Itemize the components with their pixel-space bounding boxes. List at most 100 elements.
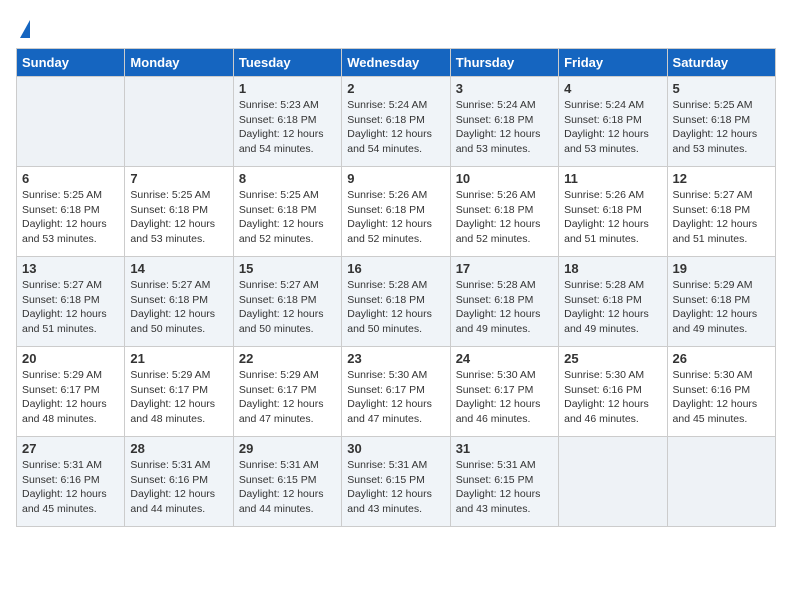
calendar-cell: 19 Sunrise: 5:29 AM Sunset: 6:18 PM Dayli…: [667, 257, 775, 347]
calendar-cell: 11Sunrise: 5:26 AM Sunset: 6:18 PM Dayli…: [559, 167, 667, 257]
day-info: Sunrise: 5:29 AM Sunset: 6:18 PM Dayligh…: [673, 278, 770, 337]
calendar-cell: 30 Sunrise: 5:31 AM Sunset: 6:15 PM Dayli…: [342, 437, 450, 527]
day-number: 13: [22, 261, 119, 276]
day-info: Sunrise: 5:29 AM Sunset: 6:17 PM Dayligh…: [239, 368, 336, 427]
day-number: 4: [564, 81, 661, 96]
calendar-cell: 12 Sunrise: 5:27 AM Sunset: 6:18 PM Dayli…: [667, 167, 775, 257]
calendar-week-row: 13 Sunrise: 5:27 AM Sunset: 6:18 PM Dayli…: [17, 257, 776, 347]
day-info: Sunrise: 5:31 AM Sunset: 6:16 PM Dayligh…: [22, 458, 119, 517]
day-number: 29: [239, 441, 336, 456]
calendar-week-row: 27 Sunrise: 5:31 AM Sunset: 6:16 PM Dayli…: [17, 437, 776, 527]
day-number: 1: [239, 81, 336, 96]
day-number: 31: [456, 441, 553, 456]
page-header: [16, 16, 776, 38]
day-number: 26: [673, 351, 770, 366]
day-number: 12: [673, 171, 770, 186]
day-number: 28: [130, 441, 227, 456]
day-number: 25: [564, 351, 661, 366]
calendar-cell: 23 Sunrise: 5:30 AM Sunset: 6:17 PM Dayli…: [342, 347, 450, 437]
calendar-cell: 3 Sunrise: 5:24 AM Sunset: 6:18 PM Daylig…: [450, 77, 558, 167]
day-info: Sunrise: 5:24 AM Sunset: 6:18 PM Dayligh…: [456, 98, 553, 157]
day-number: 17: [456, 261, 553, 276]
calendar-table: SundayMondayTuesdayWednesdayThursdayFrid…: [16, 48, 776, 527]
day-number: 6: [22, 171, 119, 186]
day-info: Sunrise: 5:28 AM Sunset: 6:18 PM Dayligh…: [564, 278, 661, 337]
calendar-cell: 1 Sunrise: 5:23 AM Sunset: 6:18 PM Daylig…: [233, 77, 341, 167]
calendar-week-row: 6 Sunrise: 5:25 AM Sunset: 6:18 PM Daylig…: [17, 167, 776, 257]
calendar-cell: 10 Sunrise: 5:26 AM Sunset: 6:18 PM Dayli…: [450, 167, 558, 257]
calendar-header-row: SundayMondayTuesdayWednesdayThursdayFrid…: [17, 49, 776, 77]
day-number: 3: [456, 81, 553, 96]
calendar-cell: 6 Sunrise: 5:25 AM Sunset: 6:18 PM Daylig…: [17, 167, 125, 257]
day-info: Sunrise: 5:27 AM Sunset: 6:18 PM Dayligh…: [673, 188, 770, 247]
calendar-cell: 24Sunrise: 5:30 AM Sunset: 6:17 PM Dayli…: [450, 347, 558, 437]
logo: [16, 16, 30, 38]
day-info: Sunrise: 5:30 AM Sunset: 6:17 PM Dayligh…: [347, 368, 444, 427]
day-info: Sunrise: 5:29 AM Sunset: 6:17 PM Dayligh…: [130, 368, 227, 427]
calendar-cell: 9 Sunrise: 5:26 AM Sunset: 6:18 PM Daylig…: [342, 167, 450, 257]
day-info: Sunrise: 5:31 AM Sunset: 6:15 PM Dayligh…: [239, 458, 336, 517]
calendar-cell: 15Sunrise: 5:27 AM Sunset: 6:18 PM Dayli…: [233, 257, 341, 347]
calendar-cell: [17, 77, 125, 167]
day-info: Sunrise: 5:27 AM Sunset: 6:18 PM Dayligh…: [239, 278, 336, 337]
calendar-cell: 7Sunrise: 5:25 AM Sunset: 6:18 PM Daylig…: [125, 167, 233, 257]
day-number: 23: [347, 351, 444, 366]
column-header-thursday: Thursday: [450, 49, 558, 77]
day-info: Sunrise: 5:31 AM Sunset: 6:15 PM Dayligh…: [347, 458, 444, 517]
day-number: 20: [22, 351, 119, 366]
calendar-week-row: 20 Sunrise: 5:29 AM Sunset: 6:17 PM Dayli…: [17, 347, 776, 437]
day-info: Sunrise: 5:26 AM Sunset: 6:18 PM Dayligh…: [347, 188, 444, 247]
column-header-friday: Friday: [559, 49, 667, 77]
day-info: Sunrise: 5:29 AM Sunset: 6:17 PM Dayligh…: [22, 368, 119, 427]
day-number: 16: [347, 261, 444, 276]
day-number: 9: [347, 171, 444, 186]
calendar-cell: 16 Sunrise: 5:28 AM Sunset: 6:18 PM Dayli…: [342, 257, 450, 347]
calendar-cell: 26 Sunrise: 5:30 AM Sunset: 6:16 PM Dayli…: [667, 347, 775, 437]
day-info: Sunrise: 5:24 AM Sunset: 6:18 PM Dayligh…: [564, 98, 661, 157]
calendar-cell: 8Sunrise: 5:25 AM Sunset: 6:18 PM Daylig…: [233, 167, 341, 257]
column-header-monday: Monday: [125, 49, 233, 77]
day-number: 18: [564, 261, 661, 276]
day-number: 27: [22, 441, 119, 456]
day-number: 10: [456, 171, 553, 186]
calendar-cell: 13 Sunrise: 5:27 AM Sunset: 6:18 PM Dayli…: [17, 257, 125, 347]
day-number: 2: [347, 81, 444, 96]
day-info: Sunrise: 5:25 AM Sunset: 6:18 PM Dayligh…: [130, 188, 227, 247]
day-number: 8: [239, 171, 336, 186]
day-info: Sunrise: 5:25 AM Sunset: 6:18 PM Dayligh…: [22, 188, 119, 247]
logo-triangle-icon: [20, 20, 30, 38]
day-number: 14: [130, 261, 227, 276]
calendar-cell: [125, 77, 233, 167]
day-info: Sunrise: 5:28 AM Sunset: 6:18 PM Dayligh…: [456, 278, 553, 337]
calendar-cell: 31 Sunrise: 5:31 AM Sunset: 6:15 PM Dayli…: [450, 437, 558, 527]
day-info: Sunrise: 5:28 AM Sunset: 6:18 PM Dayligh…: [347, 278, 444, 337]
day-info: Sunrise: 5:30 AM Sunset: 6:16 PM Dayligh…: [673, 368, 770, 427]
day-info: Sunrise: 5:31 AM Sunset: 6:15 PM Dayligh…: [456, 458, 553, 517]
calendar-cell: 27 Sunrise: 5:31 AM Sunset: 6:16 PM Dayli…: [17, 437, 125, 527]
day-number: 30: [347, 441, 444, 456]
day-info: Sunrise: 5:23 AM Sunset: 6:18 PM Dayligh…: [239, 98, 336, 157]
day-number: 22: [239, 351, 336, 366]
calendar-cell: 5Sunrise: 5:25 AM Sunset: 6:18 PM Daylig…: [667, 77, 775, 167]
day-number: 19: [673, 261, 770, 276]
calendar-cell: 21 Sunrise: 5:29 AM Sunset: 6:17 PM Dayli…: [125, 347, 233, 437]
calendar-cell: [667, 437, 775, 527]
calendar-cell: 14 Sunrise: 5:27 AM Sunset: 6:18 PM Dayli…: [125, 257, 233, 347]
day-info: Sunrise: 5:30 AM Sunset: 6:16 PM Dayligh…: [564, 368, 661, 427]
day-info: Sunrise: 5:25 AM Sunset: 6:18 PM Dayligh…: [673, 98, 770, 157]
day-info: Sunrise: 5:27 AM Sunset: 6:18 PM Dayligh…: [130, 278, 227, 337]
day-info: Sunrise: 5:27 AM Sunset: 6:18 PM Dayligh…: [22, 278, 119, 337]
calendar-cell: 17 Sunrise: 5:28 AM Sunset: 6:18 PM Dayli…: [450, 257, 558, 347]
calendar-cell: 18 Sunrise: 5:28 AM Sunset: 6:18 PM Dayli…: [559, 257, 667, 347]
column-header-saturday: Saturday: [667, 49, 775, 77]
calendar-cell: 2Sunrise: 5:24 AM Sunset: 6:18 PM Daylig…: [342, 77, 450, 167]
column-header-sunday: Sunday: [17, 49, 125, 77]
calendar-cell: 4 Sunrise: 5:24 AM Sunset: 6:18 PM Daylig…: [559, 77, 667, 167]
day-number: 24: [456, 351, 553, 366]
day-info: Sunrise: 5:26 AM Sunset: 6:18 PM Dayligh…: [564, 188, 661, 247]
column-header-tuesday: Tuesday: [233, 49, 341, 77]
day-number: 21: [130, 351, 227, 366]
column-header-wednesday: Wednesday: [342, 49, 450, 77]
calendar-cell: 28Sunrise: 5:31 AM Sunset: 6:16 PM Dayli…: [125, 437, 233, 527]
day-info: Sunrise: 5:26 AM Sunset: 6:18 PM Dayligh…: [456, 188, 553, 247]
